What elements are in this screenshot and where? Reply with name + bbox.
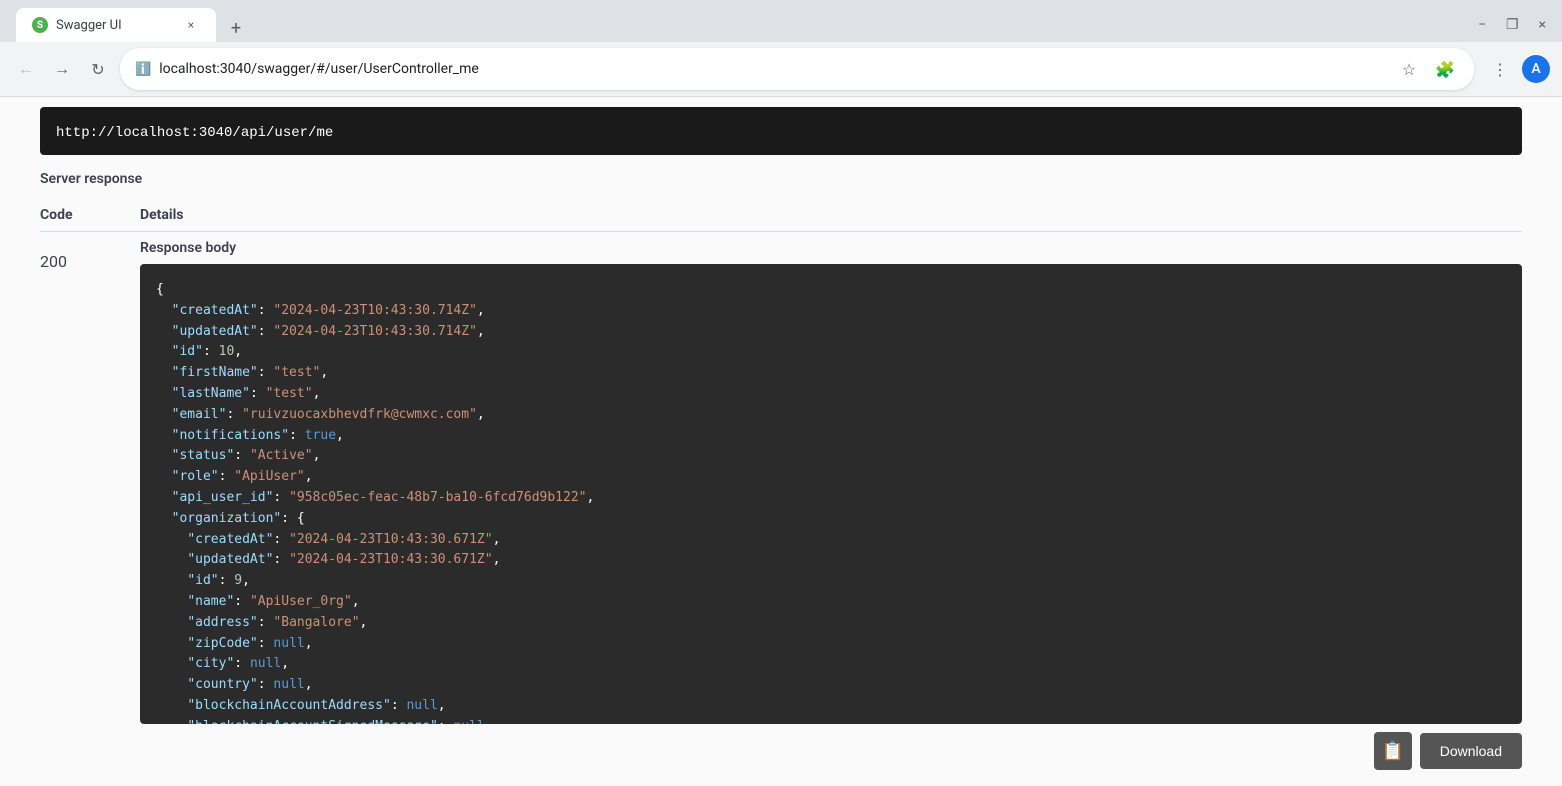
response-row-200: 200 Response body { "createdAt": "2024-0…: [40, 240, 1522, 778]
address-bar-row: ← → ↻ ℹ️ localhost:3040/swagger/#/user/U…: [0, 42, 1562, 97]
details-column-header: Details: [140, 207, 184, 223]
response-json: { "createdAt": "2024-04-23T10:43:30.714Z…: [156, 280, 1506, 724]
tab-close-button[interactable]: ×: [182, 16, 200, 34]
bookmark-icon[interactable]: ☆: [1395, 55, 1423, 83]
tab-favicon: S: [32, 17, 48, 33]
api-url-text: http://localhost:3040/api/user/me: [56, 125, 333, 141]
profile-avatar[interactable]: A: [1522, 55, 1550, 83]
active-tab[interactable]: S Swagger UI ×: [16, 8, 216, 42]
close-window-button[interactable]: ×: [1535, 13, 1550, 37]
browser-chrome: S Swagger UI × + − ❐ ×: [0, 0, 1562, 42]
copy-button[interactable]: 📋: [1374, 732, 1412, 770]
extensions-icon[interactable]: 🧩: [1431, 55, 1459, 83]
lock-icon: ℹ️: [135, 62, 151, 77]
url-text: localhost:3040/swagger/#/user/UserContro…: [159, 61, 1387, 77]
response-table-header: Code Details: [40, 199, 1522, 232]
code-column-header: Code: [40, 207, 140, 223]
back-button[interactable]: ←: [12, 55, 40, 83]
swagger-content: http://localhost:3040/api/user/me Server…: [0, 97, 1562, 786]
response-body-label: Response body: [140, 240, 1522, 256]
minimize-button[interactable]: −: [1474, 13, 1490, 37]
address-bar[interactable]: ℹ️ localhost:3040/swagger/#/user/UserCon…: [120, 48, 1474, 90]
response-code-200: 200: [40, 240, 140, 271]
new-tab-button[interactable]: +: [222, 14, 250, 42]
tab-bar: S Swagger UI × +: [16, 8, 1466, 42]
tab-label: Swagger UI: [56, 18, 174, 33]
browser-menu-icon[interactable]: ⋮: [1486, 55, 1514, 83]
address-bar-actions: ☆ 🧩: [1395, 55, 1459, 83]
download-button[interactable]: Download: [1420, 733, 1522, 769]
api-url-bar: http://localhost:3040/api/user/me: [40, 107, 1522, 155]
response-body-code-block[interactable]: { "createdAt": "2024-04-23T10:43:30.714Z…: [140, 264, 1522, 724]
maximize-button[interactable]: ❐: [1502, 13, 1523, 37]
browser-top-bar: S Swagger UI × + − ❐ ×: [12, 8, 1550, 42]
bottom-actions: 📋 Download: [140, 724, 1522, 778]
server-response-label: Server response: [40, 171, 1522, 187]
reload-button[interactable]: ↻: [84, 55, 112, 83]
page-content: http://localhost:3040/api/user/me Server…: [0, 97, 1562, 786]
response-details: Response body { "createdAt": "2024-04-23…: [140, 240, 1522, 778]
forward-button[interactable]: →: [48, 55, 76, 83]
window-controls: − ❐ ×: [1474, 13, 1550, 37]
